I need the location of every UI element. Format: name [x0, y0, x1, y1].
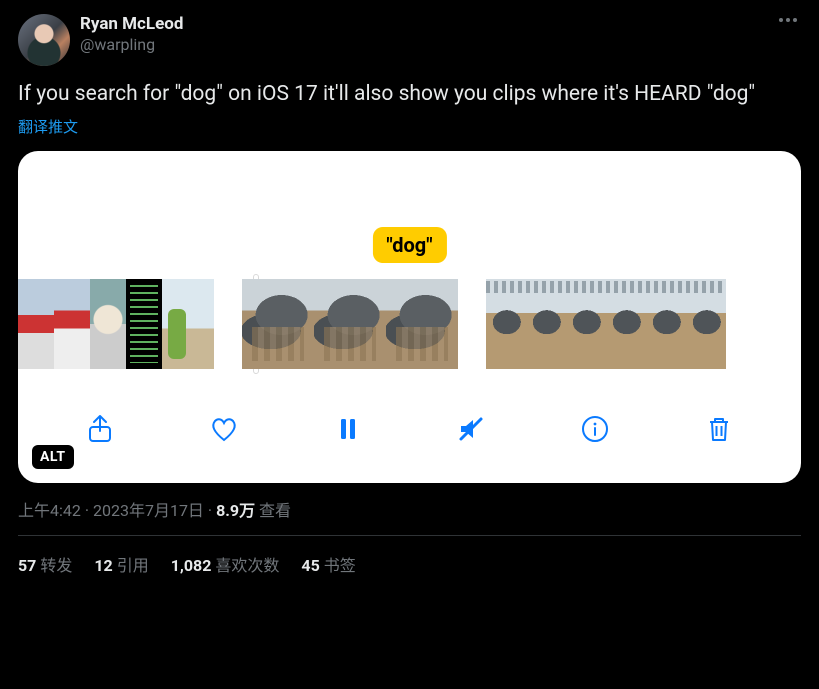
heart-icon [208, 413, 240, 445]
clip-thumbnail[interactable] [386, 279, 458, 369]
stat-count: 57 [18, 556, 36, 575]
stat-count: 1,082 [171, 556, 212, 575]
stat-label: 喜欢次数 [215, 556, 279, 575]
clip-thumbnail[interactable] [242, 279, 314, 369]
tweet-header: Ryan McLeod @warpling [18, 14, 801, 66]
trash-icon [703, 413, 735, 445]
views-label: 查看 [255, 501, 291, 520]
pause-button[interactable] [330, 411, 366, 447]
clip-thumbnail[interactable] [486, 279, 526, 369]
handle: @warpling [80, 35, 183, 55]
clip-thumbnail[interactable] [606, 279, 646, 369]
like-button[interactable] [206, 411, 242, 447]
separator: · [81, 501, 93, 520]
translate-link[interactable]: 翻译推文 [18, 116, 801, 137]
clip-thumbnail[interactable] [314, 279, 386, 369]
info-icon [579, 413, 611, 445]
author-block[interactable]: Ryan McLeod @warpling [80, 14, 183, 55]
quotes-stat[interactable]: 12 引用 [94, 552, 148, 576]
info-button[interactable] [577, 411, 613, 447]
clip-thumbnail[interactable] [686, 279, 726, 369]
clip-thumbnail[interactable] [566, 279, 606, 369]
display-name: Ryan McLeod [80, 14, 183, 35]
clip-thumbnail[interactable] [646, 279, 686, 369]
bookmarks-stat[interactable]: 45 书签 [301, 552, 355, 576]
retweets-stat[interactable]: 57转发 [18, 552, 72, 576]
clip-thumbnail[interactable] [526, 279, 566, 369]
tweet-text: If you search for "dog" on iOS 17 it'll … [18, 80, 801, 108]
avatar[interactable] [18, 14, 70, 66]
clip-group[interactable] [242, 279, 458, 369]
stat-label: 书签 [324, 556, 356, 575]
tweet-time[interactable]: 上午4:42 [18, 501, 81, 520]
stat-count: 45 [301, 556, 319, 575]
transcript-match-badge: "dog" [372, 227, 446, 263]
clip-thumbnail[interactable] [54, 279, 90, 369]
more-options-button[interactable] [775, 14, 801, 26]
clip-thumbnail[interactable] [90, 279, 126, 369]
stat-label: 引用 [117, 556, 149, 575]
stat-count: 12 [94, 556, 112, 575]
clip-thumbnail[interactable] [126, 279, 162, 369]
stat-label: 转发 [40, 556, 72, 575]
clip-thumbnail[interactable] [162, 279, 214, 369]
pause-icon [332, 413, 364, 445]
clip-thumbnail[interactable] [18, 279, 54, 369]
views-count: 8.9万 [216, 501, 255, 520]
clip-group[interactable] [486, 279, 726, 369]
media-card[interactable]: "dog" [18, 151, 801, 483]
tweet-date[interactable]: 2023年7月17日 [93, 501, 204, 520]
share-button[interactable] [82, 411, 118, 447]
share-icon [84, 413, 116, 445]
clip-group[interactable] [18, 279, 214, 369]
mute-button[interactable] [453, 411, 489, 447]
separator: · [204, 501, 216, 520]
likes-stat[interactable]: 1,082喜欢次数 [171, 552, 280, 576]
video-timeline[interactable] [18, 279, 801, 369]
delete-button[interactable] [701, 411, 737, 447]
tweet-stats: 57转发 12 引用 1,082喜欢次数 45 书签 [18, 536, 801, 576]
speaker-muted-icon [455, 413, 487, 445]
tweet-meta: 上午4:42 · 2023年7月17日 · 8.9万 查看 [18, 497, 801, 536]
media-toolbar [18, 389, 801, 483]
tweet-container: Ryan McLeod @warpling If you search for … [0, 0, 819, 576]
alt-badge[interactable]: ALT [32, 445, 74, 469]
